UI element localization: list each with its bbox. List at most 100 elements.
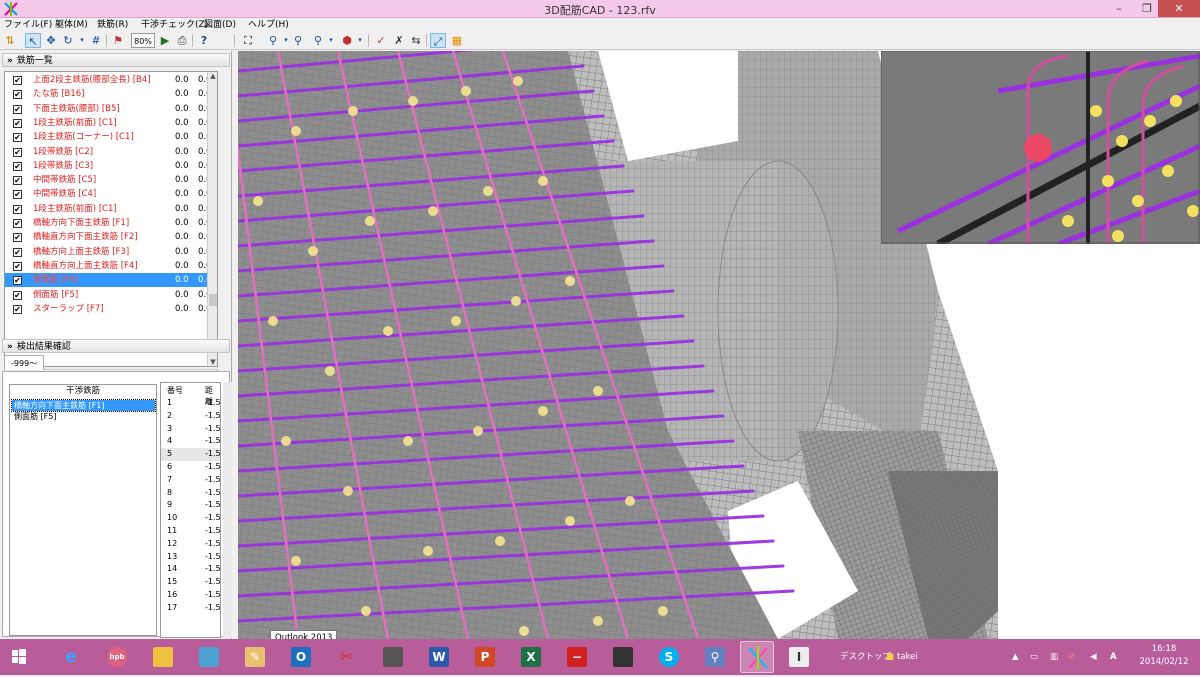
rebar-list[interactable]: ✔ 上面2段主鉄筋(腰部全長) [B4] 0.0 0.0 ✔ たな筋 [B16] 0.0 0.… bbox=[4, 71, 218, 367]
table-row[interactable]: ✔ 側面筋 [F5] 0.0 0.0 bbox=[5, 288, 212, 302]
minimize-button[interactable]: – bbox=[1106, 0, 1132, 17]
table-row[interactable]: 6 -1.5 bbox=[161, 461, 220, 474]
row-checkbox[interactable]: ✔ bbox=[13, 261, 22, 271]
check-icon[interactable]: ✓ bbox=[373, 33, 389, 48]
desktop-toolbar-label[interactable]: デスクトップ bbox=[840, 639, 891, 675]
table-row[interactable]: 8 -1.5 bbox=[161, 487, 220, 500]
taskbar-hpb[interactable]: hpb bbox=[100, 641, 134, 673]
fit-view-icon[interactable]: ⛶ bbox=[240, 33, 256, 48]
rebar-list-scrollbar[interactable]: ▲ ▼ bbox=[207, 72, 217, 366]
row-checkbox[interactable]: ✔ bbox=[13, 247, 22, 257]
scroll-thumb[interactable] bbox=[209, 294, 217, 306]
table-row[interactable]: 5 -1.5 bbox=[161, 448, 220, 461]
table-row[interactable]: ✔ 橋軸方向上面主鉄筋 [F3] 0.0 0.0 bbox=[5, 245, 212, 259]
menu-file[interactable]: ファイル(F) bbox=[4, 18, 52, 32]
row-checkbox[interactable]: ✔ bbox=[13, 104, 22, 114]
table-row[interactable]: 17 -1.5 bbox=[161, 602, 220, 615]
interference-list[interactable]: 干渉鉄筋 橋軸方向下面主鉄筋 [F1] 側面筋 [F5] bbox=[9, 384, 157, 636]
scroll-down-icon[interactable]: ▼ bbox=[208, 358, 217, 366]
battery-icon[interactable]: ▭ bbox=[1030, 639, 1038, 675]
tray-expand-icon[interactable]: ▲ bbox=[1012, 639, 1019, 675]
table-row[interactable]: ✔ 橋軸方向下面主鉄筋 [F1] 0.0 0.0 bbox=[5, 216, 212, 230]
palette-icon[interactable]: ▦ bbox=[449, 33, 465, 48]
grid-icon[interactable]: # bbox=[88, 33, 104, 48]
row-checkbox[interactable]: ✔ bbox=[13, 118, 22, 128]
rebar-list-header[interactable]: » 鉄筋一覧 bbox=[2, 53, 230, 67]
ime-indicator[interactable]: A bbox=[1110, 639, 1117, 675]
row-checkbox[interactable]: ✔ bbox=[13, 76, 22, 85]
taskbar-search-app[interactable]: ⚲ bbox=[698, 641, 732, 673]
taskbar-word[interactable]: W bbox=[422, 641, 456, 673]
menu-drawing[interactable]: 図面(D) bbox=[204, 18, 236, 32]
taskbar-explorer[interactable] bbox=[146, 641, 180, 673]
network-icon[interactable]: ▥ bbox=[1050, 639, 1058, 675]
row-checkbox[interactable]: ✔ bbox=[13, 190, 22, 200]
taskbar-3dcad[interactable] bbox=[740, 641, 774, 673]
table-row[interactable]: 12 -1.5 bbox=[161, 538, 220, 551]
binoculars-next-icon[interactable]: ⚲ bbox=[290, 33, 306, 48]
play-icon[interactable]: ▶ bbox=[157, 33, 173, 48]
taskbar-powerpoint[interactable]: P bbox=[468, 641, 502, 673]
table-row[interactable]: 13 -1.5 bbox=[161, 551, 220, 564]
list-item[interactable]: 橋軸方向下面主鉄筋 [F1] bbox=[11, 399, 156, 412]
cross-check-icon[interactable]: ✗ bbox=[391, 33, 407, 48]
row-checkbox[interactable]: ✔ bbox=[13, 90, 22, 100]
menu-help[interactable]: ヘルプ(H) bbox=[248, 18, 289, 32]
table-row[interactable]: ✔ 1段帯鉄筋 [C3] 0.0 0.0 bbox=[5, 159, 212, 173]
table-row[interactable]: 16 -1.5 bbox=[161, 589, 220, 602]
volume-icon[interactable]: ◀ bbox=[1090, 639, 1097, 675]
3d-viewport[interactable] bbox=[238, 51, 1200, 639]
measure-icon[interactable]: ⚑ bbox=[110, 33, 126, 48]
rebar-3d-model[interactable] bbox=[238, 51, 1200, 639]
align-icon[interactable]: ⇆ bbox=[408, 33, 424, 48]
print-icon[interactable]: ⎙ bbox=[174, 33, 190, 48]
scroll-up-icon[interactable]: ▲ bbox=[208, 72, 217, 80]
table-row[interactable]: ✔ スターラップ [F7] 0.0 0.0 bbox=[5, 302, 212, 316]
user-name[interactable]: takei bbox=[897, 639, 918, 675]
taskbar-clock[interactable]: 16:18 2014/02/12 bbox=[1134, 643, 1194, 669]
taskbar-scanner[interactable] bbox=[376, 641, 410, 673]
menu-body[interactable]: 躯体(M) bbox=[55, 18, 88, 32]
row-checkbox[interactable]: ✔ bbox=[13, 204, 22, 214]
table-row[interactable]: ✔ たな筋 [B16] 0.0 0.0 bbox=[5, 87, 212, 101]
row-checkbox[interactable]: ✔ bbox=[13, 147, 22, 157]
move-icon[interactable]: ✥ bbox=[43, 33, 59, 48]
taskbar-snipping[interactable]: ✂ bbox=[330, 641, 364, 673]
row-checkbox[interactable]: ✔ bbox=[13, 290, 22, 300]
row-checkbox[interactable]: ✔ bbox=[13, 304, 22, 314]
table-row[interactable]: ✔ 1段主鉄筋(コーナー) [C1] 0.0 0.0 bbox=[5, 130, 212, 144]
table-row[interactable]: 14 -1.5 bbox=[161, 563, 220, 576]
table-row[interactable]: ✔ 下面主鉄筋(腰部) [B5] 0.0 0.0 bbox=[5, 102, 212, 116]
taskbar-beam-app[interactable]: I bbox=[782, 641, 816, 673]
dropdown-arrow-icon[interactable]: ▾ bbox=[323, 33, 339, 48]
tab-range[interactable]: -999〜0 bbox=[4, 355, 45, 383]
table-row[interactable]: ✔ 1段主鉄筋(前面) [C1] 0.0 0.0 bbox=[5, 116, 212, 130]
row-checkbox[interactable]: ✔ bbox=[13, 219, 22, 228]
security-icon[interactable]: ⊘ bbox=[1068, 639, 1075, 675]
dropdown-arrow-icon[interactable]: ▾ bbox=[352, 33, 368, 48]
table-row[interactable]: ✔ 中間帯鉄筋 [C5] 0.0 0.0 bbox=[5, 173, 212, 187]
row-checkbox[interactable]: ✔ bbox=[13, 276, 22, 286]
taskbar-red-app[interactable]: − bbox=[560, 641, 594, 673]
axis-icon[interactable]: ⤢ bbox=[430, 33, 446, 48]
taskbar-app[interactable] bbox=[192, 641, 226, 673]
table-row[interactable]: 3 -1.5 bbox=[161, 423, 220, 436]
table-row[interactable]: ✔ 橋軸直方向上面主鉄筋 [F4] 0.0 0.0 bbox=[5, 259, 212, 273]
taskbar-outlook[interactable]: O bbox=[284, 641, 318, 673]
table-row[interactable]: ✔ 1段主鉄筋(前面) [C1] 0.0 0.0 bbox=[5, 202, 212, 216]
menu-interference[interactable]: 干渉チェック(Z) bbox=[141, 18, 208, 32]
table-row[interactable]: ✔ 側面筋 [F6] 0.0 0.0 bbox=[5, 273, 212, 288]
table-row[interactable]: 15 -1.5 bbox=[161, 576, 220, 589]
taskbar-ie[interactable]: e bbox=[54, 641, 88, 673]
taskbar-excel[interactable]: X bbox=[514, 641, 548, 673]
table-row[interactable]: ✔ 上面2段主鉄筋(腰部全長) [B4] 0.0 0.0 bbox=[5, 73, 212, 87]
table-row[interactable]: ✔ 中間帯鉄筋 [C4] 0.0 0.0 bbox=[5, 187, 212, 201]
table-row[interactable]: 4 -1.5 bbox=[161, 435, 220, 448]
table-row[interactable]: 10 -1.5 bbox=[161, 512, 220, 525]
detect-result-header[interactable]: » 検出結果確認 bbox=[2, 339, 230, 353]
sort-icon[interactable]: ⇅ bbox=[2, 33, 18, 48]
row-checkbox[interactable]: ✔ bbox=[13, 176, 22, 186]
select-cursor-icon[interactable]: ↖ bbox=[25, 33, 41, 48]
zoom-level[interactable]: 80% bbox=[131, 33, 155, 48]
help-icon[interactable]: ? bbox=[196, 33, 212, 48]
